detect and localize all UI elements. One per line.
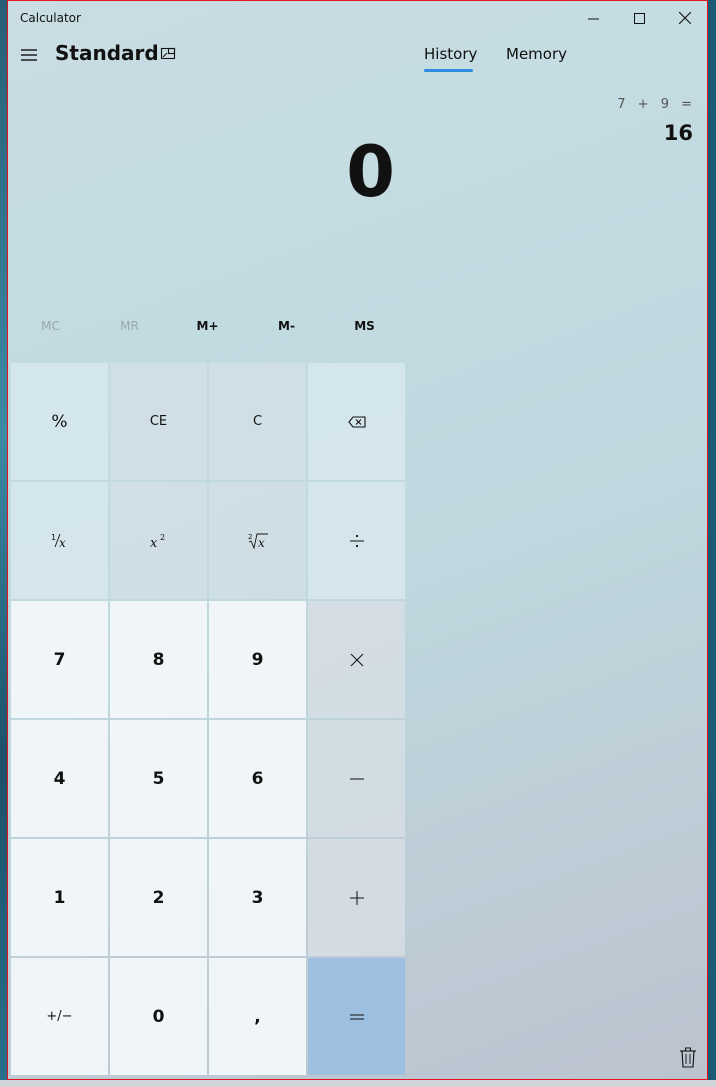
history-result: 16 bbox=[663, 121, 693, 145]
reciprocal-icon: 1 x bbox=[51, 533, 66, 550]
history-expression: 7 + 9 = bbox=[617, 97, 693, 112]
negate-button[interactable]: +/− bbox=[11, 958, 108, 1075]
calculator-window: Calculator Standard History Memory 0 MC … bbox=[7, 0, 708, 1080]
digit-5-button[interactable]: 5 bbox=[110, 720, 207, 837]
tab-history[interactable]: History bbox=[424, 45, 477, 63]
svg-text:2: 2 bbox=[160, 533, 165, 542]
title-bar[interactable]: Calculator bbox=[8, 1, 707, 35]
svg-text:x: x bbox=[59, 536, 66, 550]
result-display: 0 bbox=[346, 131, 395, 213]
digit-7-button[interactable]: 7 bbox=[11, 601, 108, 718]
maximize-icon bbox=[633, 12, 645, 24]
digit-9-button[interactable]: 9 bbox=[209, 601, 306, 718]
digit-2-button[interactable]: 2 bbox=[110, 839, 207, 956]
keypad: % CE C 1 x x 2 2 x 7 8 9 4 5 6 1 2 3 +/−… bbox=[11, 363, 406, 1079]
divide-icon bbox=[349, 534, 364, 547]
svg-text:x: x bbox=[150, 536, 158, 550]
svg-text:2: 2 bbox=[248, 533, 252, 541]
hamburger-icon bbox=[21, 49, 37, 61]
square-root-icon: 2 x bbox=[248, 533, 268, 550]
tab-memory[interactable]: Memory bbox=[506, 45, 567, 63]
digit-0-button[interactable]: 0 bbox=[110, 958, 207, 1075]
minimize-button[interactable] bbox=[570, 1, 616, 35]
multiply-button[interactable] bbox=[308, 601, 405, 718]
svg-text:x: x bbox=[258, 536, 265, 550]
memory-recall-button[interactable]: MR bbox=[90, 319, 169, 333]
desktop-background-bottom bbox=[0, 1080, 716, 1087]
close-icon bbox=[679, 12, 691, 24]
add-button[interactable] bbox=[308, 839, 405, 956]
window-title: Calculator bbox=[20, 11, 81, 25]
desktop-background bbox=[0, 0, 7, 1087]
history-list: 7 + 9 = 16 bbox=[617, 97, 693, 145]
backspace-icon bbox=[347, 415, 366, 428]
digit-1-button[interactable]: 1 bbox=[11, 839, 108, 956]
minimize-icon bbox=[587, 18, 599, 19]
keep-on-top-icon bbox=[160, 47, 176, 60]
memory-store-button[interactable]: MS bbox=[325, 319, 404, 333]
equals-button[interactable] bbox=[308, 958, 405, 1075]
reciprocal-button[interactable]: 1 x bbox=[11, 482, 108, 599]
percent-button[interactable]: % bbox=[11, 363, 108, 480]
digit-3-button[interactable]: 3 bbox=[209, 839, 306, 956]
tab-history-indicator bbox=[424, 69, 473, 72]
history-item[interactable]: 7 + 9 = 16 bbox=[617, 97, 693, 145]
subtract-button[interactable] bbox=[308, 720, 405, 837]
digit-4-button[interactable]: 4 bbox=[11, 720, 108, 837]
equals-icon bbox=[349, 1014, 364, 1019]
digit-6-button[interactable]: 6 bbox=[209, 720, 306, 837]
clear-button[interactable]: C bbox=[209, 363, 306, 480]
mode-title: Standard bbox=[55, 41, 159, 65]
backspace-button[interactable] bbox=[308, 363, 405, 480]
trash-icon bbox=[680, 1047, 696, 1068]
memory-buttons: MC MR M+ M- MS bbox=[8, 319, 404, 339]
square-button[interactable]: x 2 bbox=[110, 482, 207, 599]
memory-clear-button[interactable]: MC bbox=[11, 319, 90, 333]
memory-add-button[interactable]: M+ bbox=[168, 319, 247, 333]
minus-icon bbox=[349, 778, 364, 779]
decimal-button[interactable]: , bbox=[209, 958, 306, 1075]
keep-on-top-button[interactable] bbox=[160, 46, 176, 62]
close-button[interactable] bbox=[662, 1, 707, 35]
multiply-icon bbox=[350, 653, 363, 666]
square-icon: x 2 bbox=[150, 533, 165, 550]
divide-button[interactable] bbox=[308, 482, 405, 599]
square-root-button[interactable]: 2 x bbox=[209, 482, 306, 599]
svg-text:1: 1 bbox=[51, 533, 56, 542]
memory-subtract-button[interactable]: M- bbox=[247, 319, 326, 333]
maximize-button[interactable] bbox=[616, 1, 662, 35]
clear-entry-button[interactable]: CE bbox=[110, 363, 207, 480]
clear-history-button[interactable] bbox=[679, 1047, 697, 1069]
navigation-menu-button[interactable] bbox=[19, 46, 39, 64]
digit-8-button[interactable]: 8 bbox=[110, 601, 207, 718]
plus-icon bbox=[349, 890, 364, 905]
